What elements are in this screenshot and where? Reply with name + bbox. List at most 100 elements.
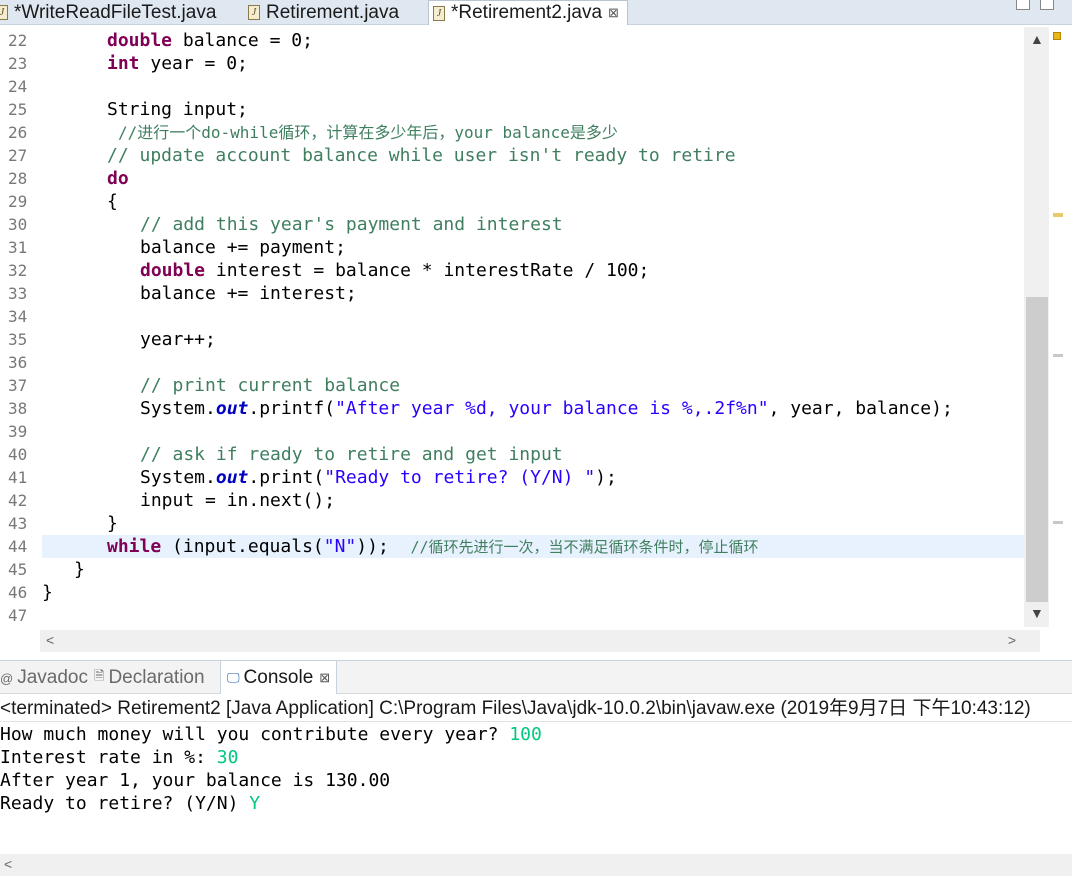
- maximize-icon[interactable]: [1040, 0, 1054, 10]
- editor-vertical-scrollbar[interactable]: ▲ ▼: [1024, 27, 1049, 627]
- code-text: .print(: [248, 467, 325, 488]
- keyword: while: [107, 536, 162, 557]
- line-number: 23: [8, 54, 28, 73]
- code-line-46: }: [42, 581, 1024, 604]
- code-text: input = in.next();: [140, 490, 336, 511]
- line-number: 40: [8, 445, 28, 464]
- tab-label: Javadoc: [17, 667, 88, 688]
- code-text: , year, balance);: [768, 398, 953, 419]
- code-text: year = 0;: [139, 53, 248, 74]
- close-tab-icon[interactable]: ⊠: [319, 670, 330, 686]
- tab-label: Declaration: [108, 667, 205, 688]
- comment: //进行一个do-while循环，计算在多少年后，your balance是多少: [118, 123, 618, 142]
- code-line-30: // add this year's payment and interest: [42, 213, 1024, 236]
- code-text: }: [107, 513, 118, 534]
- line-number: 27: [8, 146, 28, 165]
- line-number: 28: [8, 169, 28, 188]
- console-output-line: After year 1, your balance is 130.00: [0, 769, 390, 792]
- console-horizontal-scrollbar[interactable]: <: [0, 854, 1072, 876]
- code-line-43: }: [42, 512, 1024, 535]
- tab-declaration[interactable]: 🗎 Declaration: [94, 661, 205, 695]
- code-text: ));: [356, 536, 411, 557]
- scroll-left-icon[interactable]: <: [46, 632, 54, 648]
- code-line-45: }: [42, 558, 1024, 581]
- code-line-32: double interest = balance * interestRate…: [42, 259, 1024, 282]
- comment: //循环先进行一次，当不满足循环条件时，停止循环: [410, 538, 759, 556]
- code-line-42: input = in.next();: [42, 489, 1024, 512]
- line-number: 34: [8, 307, 28, 326]
- tab-retirement2[interactable]: J *Retirement2.java ⊠: [428, 0, 628, 25]
- string-literal: "Ready to retire? (Y/N) ": [324, 467, 596, 488]
- editor-horizontal-scrollbar[interactable]: < >: [40, 630, 1040, 652]
- line-number: 22: [8, 31, 28, 50]
- java-file-icon: J: [0, 5, 8, 20]
- code-editor[interactable]: 22 23 24 25 26 27 28 29 30 31 32 33 34 3…: [0, 25, 1072, 630]
- line-number: 45: [8, 560, 28, 579]
- code-line-29: {: [42, 190, 1024, 213]
- javadoc-icon: @: [0, 670, 14, 686]
- annotation-marker[interactable]: [1053, 521, 1063, 524]
- warning-marker-icon[interactable]: [1053, 32, 1061, 40]
- line-number: 47: [8, 606, 28, 625]
- editor-tab-bar: J *WriteReadFileTest.java J Retirement.j…: [0, 0, 1072, 25]
- line-number: 46: [8, 583, 28, 602]
- line-number: 37: [8, 376, 28, 395]
- line-number: 44: [8, 537, 28, 556]
- code-line-22: double balance = 0;: [42, 29, 1024, 52]
- console-terminated-status: <terminated> Retirement2 [Java Applicati…: [0, 696, 1072, 722]
- console-user-input: 100: [509, 724, 542, 745]
- java-file-icon: J: [248, 5, 260, 20]
- keyword: do: [107, 168, 129, 189]
- code-line-31: balance += payment;: [42, 236, 1024, 259]
- tab-label: Console: [243, 667, 314, 688]
- code-text: System.: [140, 467, 216, 488]
- minimize-icon[interactable]: [1016, 0, 1030, 10]
- line-number: 24: [8, 77, 28, 96]
- scrollbar-thumb[interactable]: [1026, 297, 1048, 602]
- code-text: String input;: [107, 99, 248, 120]
- overview-ruler: [1049, 27, 1072, 627]
- code-text: balance += interest;: [140, 283, 357, 304]
- code-text: }: [42, 582, 53, 603]
- line-number: 43: [8, 514, 28, 533]
- code-line-40: // ask if ready to retire and get input: [42, 443, 1024, 466]
- line-number: 39: [8, 422, 28, 441]
- line-number: 26: [8, 123, 28, 142]
- code-text: balance = 0;: [172, 30, 313, 51]
- code-text: }: [74, 559, 85, 580]
- code-text: .printf(: [248, 398, 336, 419]
- line-number: 36: [8, 353, 28, 372]
- console-user-input: 30: [216, 747, 239, 768]
- annotation-marker[interactable]: [1053, 354, 1063, 357]
- keyword: double: [107, 30, 173, 51]
- console-output-line: How much money will you contribute every…: [0, 723, 542, 746]
- code-text: System.: [140, 398, 216, 419]
- occurrence-marker[interactable]: [1053, 213, 1063, 217]
- keyword: int: [107, 53, 140, 74]
- tab-javadoc[interactable]: @ Javadoc: [0, 661, 88, 695]
- console-output-line: Ready to retire? (Y/N) Y: [0, 792, 260, 815]
- scroll-left-icon[interactable]: <: [4, 856, 12, 872]
- scroll-up-icon[interactable]: ▲: [1030, 31, 1044, 47]
- console-icon: 🖵: [227, 670, 240, 685]
- tab-retirement[interactable]: J Retirement.java: [248, 0, 418, 25]
- tab-writereadfiletest[interactable]: J *WriteReadFileTest.java: [0, 0, 218, 25]
- scroll-down-icon[interactable]: ▼: [1030, 605, 1044, 621]
- code-line-25: String input;: [42, 98, 1024, 121]
- code-line-33: balance += interest;: [42, 282, 1024, 305]
- line-number: 41: [8, 468, 28, 487]
- console-user-input: Y: [249, 793, 261, 814]
- code-line-23: int year = 0;: [42, 52, 1024, 75]
- field-out: out: [215, 398, 249, 419]
- code-text: interest = balance * interestRate / 100;: [205, 260, 650, 281]
- line-number: 35: [8, 330, 28, 349]
- scroll-right-icon[interactable]: >: [1008, 632, 1016, 648]
- java-file-icon: J: [433, 5, 445, 21]
- tab-console[interactable]: 🖵 Console ⊠: [220, 661, 338, 695]
- close-tab-icon[interactable]: ⊠: [608, 5, 619, 21]
- code-line-37: // print current balance: [42, 374, 1024, 397]
- line-number: 30: [8, 215, 28, 234]
- console-view[interactable]: <terminated> Retirement2 [Java Applicati…: [0, 694, 1072, 880]
- code-line-26: //进行一个do-while循环，计算在多少年后，your balance是多少: [42, 121, 1024, 144]
- code-text: {: [107, 191, 118, 212]
